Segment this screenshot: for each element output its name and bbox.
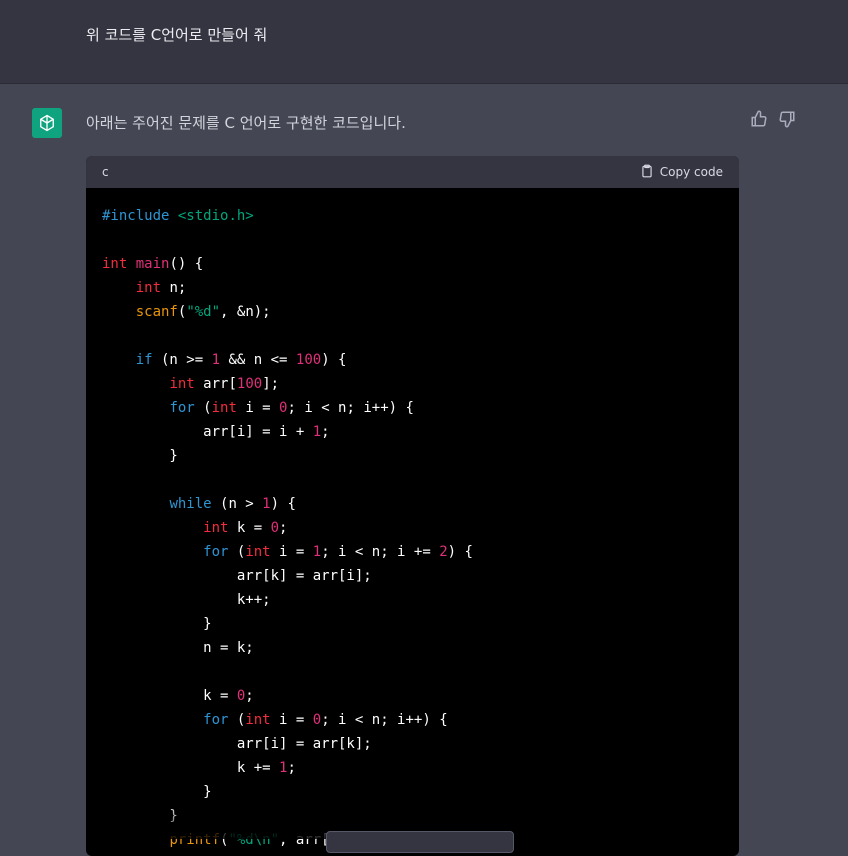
code-line: int arr[100]; [169,376,280,392]
code-line: } [102,784,212,800]
stop-generating-button[interactable] [326,831,514,853]
code-line: k++; [102,592,271,608]
user-message-text: 위 코드를 C언어로 만들어 줘 [86,26,268,44]
code-language-label: c [102,165,109,179]
code-line: } [102,448,178,464]
assistant-message-text: 아래는 주어진 문제를 C 언어로 구현한 코드입니다. [86,114,406,132]
code-block: c Copy code #include <stdio.h> int main(… [86,156,739,856]
code-line: n = k; [102,640,254,656]
code-line: for (int i = 1; i < n; i += 2) { [203,544,473,560]
code-line: arr[i] = arr[k]; [102,736,372,752]
thumbs-up-icon[interactable] [750,110,768,132]
thumbs-down-icon[interactable] [778,110,796,132]
code-line: int n; [135,280,187,296]
code-block-header: c Copy code [86,156,739,188]
code-line: while (n > 1) { [169,496,296,512]
code-line: for (int i = 0; i < n; i++) { [169,400,414,416]
code-line: int main() { [102,256,204,272]
user-message-row: 위 코드를 C언어로 만들어 줘 [0,0,848,84]
code-line: int k = 0; [203,520,288,536]
code-line: for (int i = 0; i < n; i++) { [203,712,448,728]
code-line: } [102,808,178,824]
copy-code-button[interactable]: Copy code [640,164,723,181]
code-line: #include <stdio.h> [102,208,254,224]
copy-code-label: Copy code [659,165,723,179]
code-line: } [102,616,212,632]
clipboard-icon [640,164,654,181]
code-content: #include <stdio.h> int main() { int n; s… [86,188,739,856]
code-line: scanf("%d", &n); [135,304,271,320]
code-line: if (n >= 1 && n <= 100) { [135,352,347,368]
openai-logo-icon [32,108,62,138]
code-line: arr[i] = i + 1; [102,424,330,440]
code-line: k = 0; [102,688,254,704]
code-line: k += 1; [102,760,296,776]
assistant-message-row: 아래는 주어진 문제를 C 언어로 구현한 코드입니다. c Copy code [0,84,848,856]
code-line: arr[k] = arr[i]; [102,568,372,584]
